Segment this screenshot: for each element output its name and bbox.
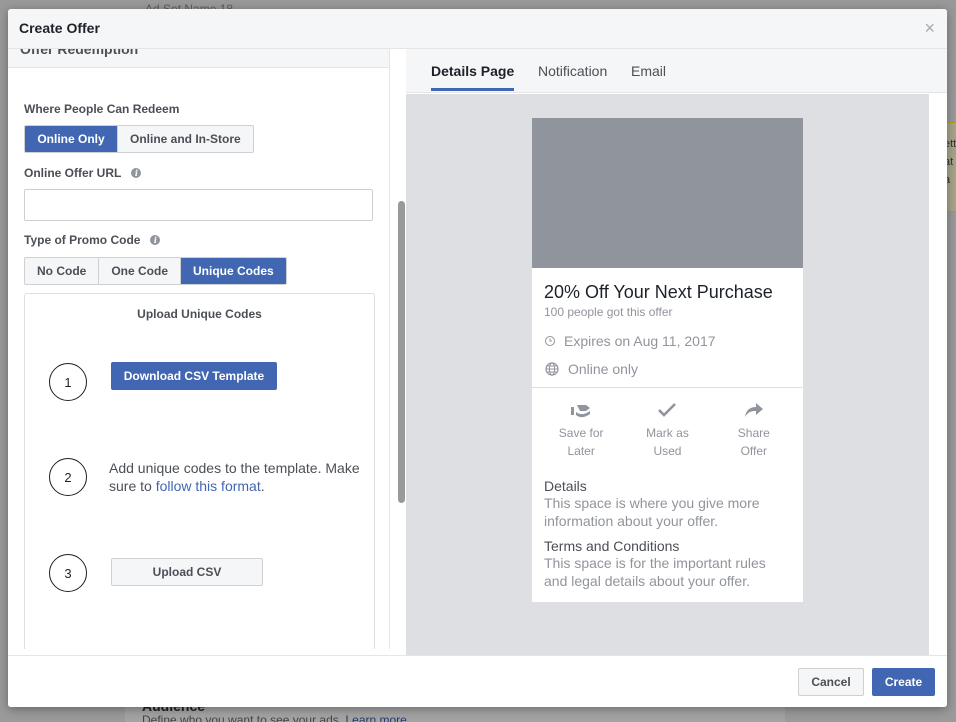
- promo-code-toggle: No Code One Code Unique Codes: [24, 257, 287, 285]
- left-panel-scrollbar[interactable]: [398, 201, 405, 503]
- offer-details-section: Details This space is where you give mor…: [532, 468, 803, 602]
- one-code-button[interactable]: One Code: [99, 258, 182, 284]
- section-header: Offer Redemption: [8, 49, 389, 68]
- preview-tabs: Details Page Notification Email: [406, 49, 947, 93]
- globe-icon: [545, 362, 559, 376]
- offer-form-panel: Offer Redemption Where People Can Redeem…: [8, 49, 390, 649]
- step-2-text: Add unique codes to the template. Make s…: [109, 460, 360, 494]
- redeem-label: Where People Can Redeem: [24, 102, 180, 116]
- details-text: This space is where you give more inform…: [544, 495, 760, 529]
- mark-as-used-action[interactable]: Mark as Used: [627, 398, 707, 460]
- share-icon: [744, 403, 763, 417]
- step-3-number: 3: [49, 554, 87, 592]
- url-label: Online Offer URL i: [24, 166, 142, 180]
- section-title: Offer Redemption: [20, 49, 139, 57]
- unique-codes-button[interactable]: Unique Codes: [181, 258, 286, 284]
- modal-header: Create Offer ×: [8, 9, 947, 49]
- no-code-button[interactable]: No Code: [25, 258, 100, 284]
- step-1-number: 1: [49, 363, 87, 401]
- offer-title: 20% Off Your Next Purchase: [544, 282, 773, 302]
- preview-area: 20% Off Your Next Purchase 100 people go…: [406, 94, 929, 655]
- offer-image-placeholder: [532, 118, 803, 268]
- cancel-button[interactable]: Cancel: [798, 668, 864, 696]
- tab-notification[interactable]: Notification: [538, 63, 607, 91]
- redeem-toggle: Online Only Online and In-Store: [24, 125, 254, 153]
- info-icon[interactable]: i: [131, 168, 142, 178]
- save-icon: [571, 405, 591, 418]
- upload-csv-button[interactable]: Upload CSV: [111, 558, 263, 586]
- background-audience-desc: Define who you want to see your ads. Lea…: [142, 713, 407, 722]
- create-button[interactable]: Create: [872, 668, 935, 696]
- terms-text: This space is for the important rules an…: [544, 555, 766, 589]
- offer-expiry: Expires on Aug 11, 2017: [544, 333, 791, 349]
- tab-details-page[interactable]: Details Page: [431, 63, 515, 91]
- tab-email[interactable]: Email: [631, 63, 666, 91]
- step-2-number: 2: [49, 458, 87, 496]
- terms-heading: Terms and Conditions: [544, 538, 680, 554]
- offer-card: 20% Off Your Next Purchase 100 people go…: [532, 118, 803, 602]
- info-icon[interactable]: i: [150, 235, 161, 245]
- share-offer-action[interactable]: Share Offer: [714, 398, 794, 460]
- upload-unique-codes-box: Upload Unique Codes 1 Download CSV Templ…: [24, 293, 375, 649]
- details-heading: Details: [544, 478, 587, 494]
- modal-title: Create Offer: [19, 20, 100, 36]
- check-icon: [658, 403, 677, 417]
- upload-title: Upload Unique Codes: [137, 307, 262, 321]
- learn-more-link: Learn more: [345, 713, 407, 722]
- offer-claims-count: 100 people got this offer: [544, 305, 673, 319]
- offer-location: Online only: [544, 361, 791, 377]
- follow-format-link[interactable]: follow this format: [156, 478, 261, 494]
- create-offer-modal: Create Offer × Offer Redemption Where Pe…: [8, 9, 947, 707]
- offer-url-input[interactable]: [24, 189, 373, 221]
- offer-card-body: 20% Off Your Next Purchase 100 people go…: [532, 268, 803, 388]
- promo-label: Type of Promo Code i: [24, 233, 161, 247]
- save-for-later-action[interactable]: Save for Later: [541, 398, 621, 460]
- download-csv-template-button[interactable]: Download CSV Template: [111, 362, 277, 390]
- offer-actions: Save for Later Mark as Used Share Offer: [532, 388, 803, 468]
- online-and-instore-button[interactable]: Online and In-Store: [118, 126, 253, 152]
- online-only-button[interactable]: Online Only: [25, 126, 118, 152]
- modal-footer: Cancel Create: [8, 655, 947, 707]
- close-icon[interactable]: ×: [924, 18, 935, 39]
- clock-icon: [545, 336, 555, 346]
- preview-panel: Details Page Notification Email 20% Off …: [406, 49, 947, 655]
